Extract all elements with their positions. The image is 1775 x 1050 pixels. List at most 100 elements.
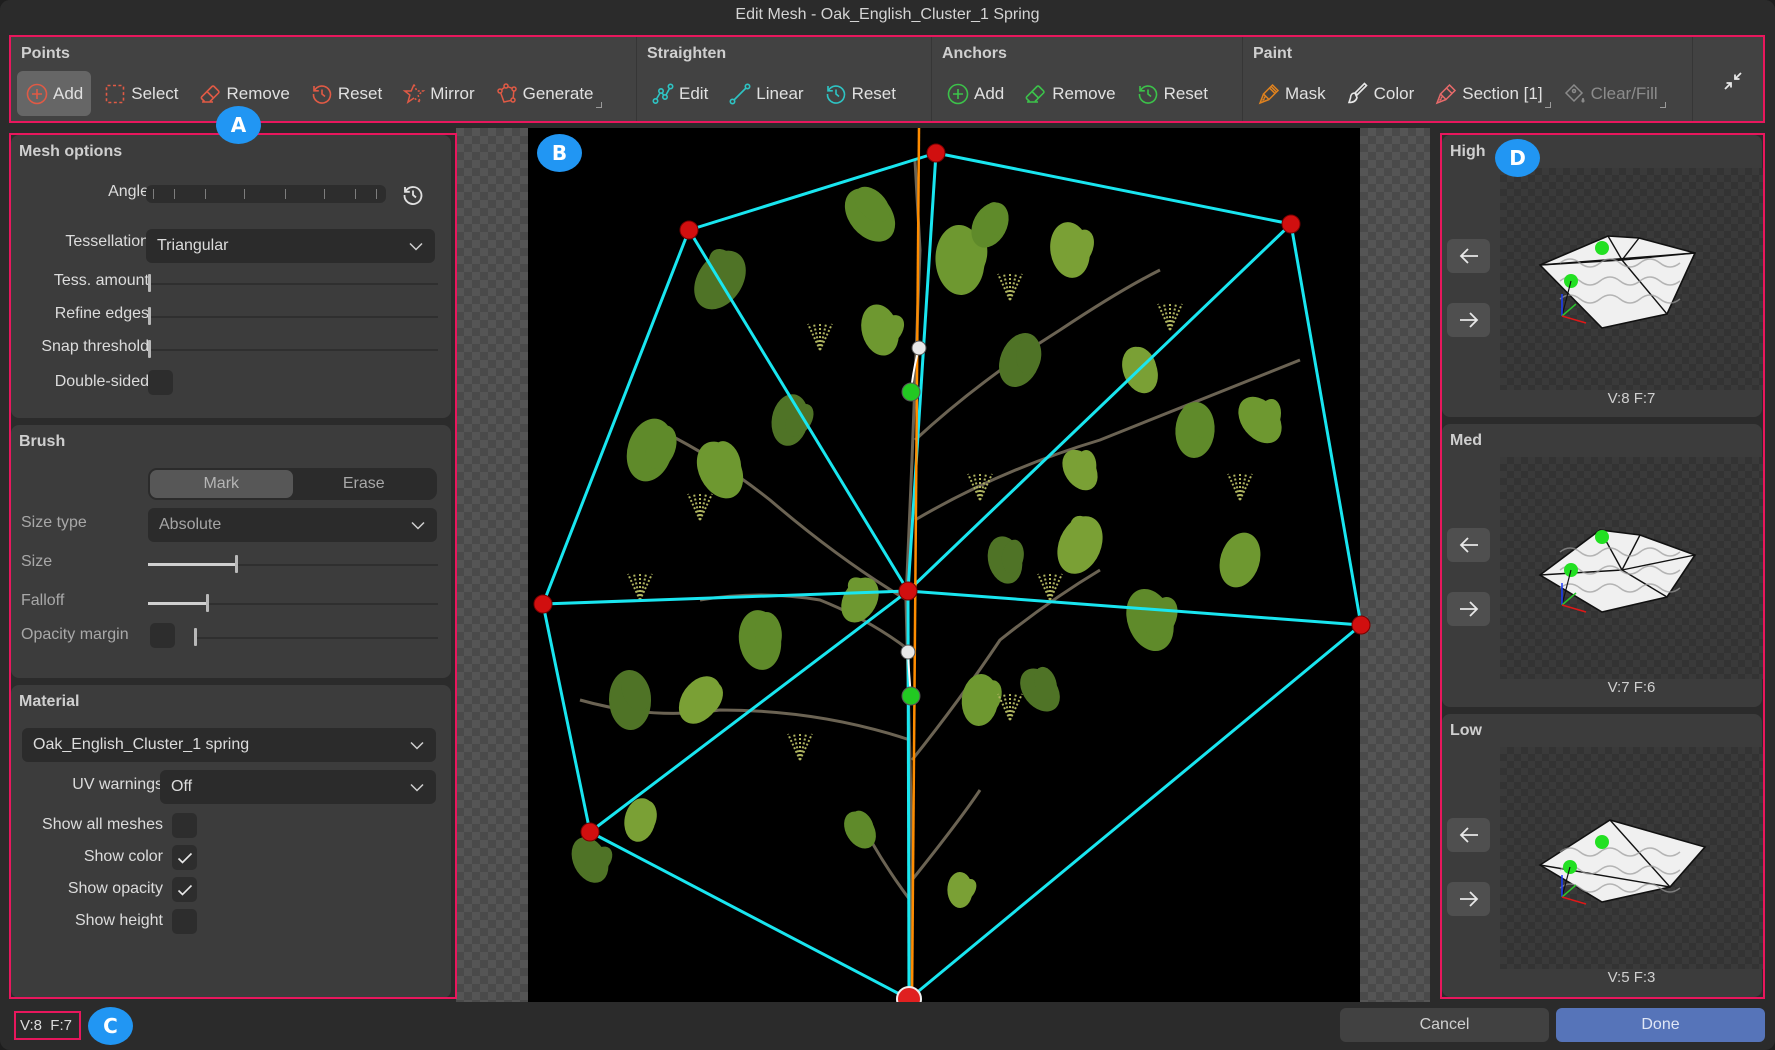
paint-clear-fill-button[interactable]: Clear/Fill (1555, 71, 1666, 116)
oak-leaf (961, 674, 1002, 726)
checkbox-label: Show height (74, 912, 163, 929)
refine-edges-slider[interactable] (148, 307, 438, 325)
size-slider[interactable] (148, 555, 438, 573)
lod-anchor-point (1595, 835, 1609, 849)
oak-leaf (1219, 532, 1261, 588)
collapse-button[interactable] (1717, 65, 1749, 97)
anchor-point[interactable] (901, 686, 921, 706)
mesh-vertex[interactable] (679, 220, 699, 240)
tess-amount-slider[interactable] (148, 274, 438, 292)
slider-thumb[interactable] (235, 555, 238, 573)
falloff-slider[interactable] (148, 594, 438, 612)
oak-leaf (608, 670, 652, 730)
mesh-vertex[interactable] (1351, 615, 1371, 635)
lod-preview[interactable] (1500, 747, 1763, 969)
done-button[interactable]: Done (1556, 1008, 1765, 1042)
mesh-editor-canvas[interactable] (456, 128, 1430, 1002)
chevron-down-icon (409, 229, 425, 263)
mesh-vertex-root[interactable] (896, 986, 922, 1002)
lod-previous-button[interactable] (1447, 239, 1490, 273)
dashed-select-icon (105, 84, 125, 103)
anchors-reset-button[interactable]: Reset (1128, 71, 1216, 116)
collapse-arrows-icon (1724, 72, 1742, 90)
annotation-badge-d: D (1495, 139, 1540, 177)
mesh-vertex[interactable] (580, 822, 600, 842)
points-reset-button[interactable]: Reset (302, 71, 390, 116)
angle-reset-button[interactable] (401, 183, 425, 207)
mesh-overlay[interactable] (456, 128, 1430, 1002)
oak-leaf (844, 186, 896, 242)
opacity-margin-slider[interactable] (194, 628, 438, 646)
lod-next-button[interactable] (1447, 882, 1490, 916)
uv-warnings-dropdown[interactable]: Off (160, 770, 436, 804)
opacity-margin-label: Opacity margin (21, 626, 129, 643)
lod-stats: V:5 F:3 (1607, 969, 1656, 986)
button-label: Mirror (430, 83, 475, 103)
anchors-add-button[interactable]: Add (938, 71, 1012, 116)
points-generate-button[interactable]: Generate (487, 71, 602, 116)
brush-mode-mark[interactable]: Mark (150, 470, 293, 498)
checkbox-show-all-meshes[interactable] (172, 813, 197, 838)
checkbox-label: Show opacity (67, 880, 163, 897)
lod-previous-button[interactable] (1447, 818, 1490, 852)
mesh-vertex[interactable] (898, 581, 918, 601)
mesh-edge (589, 830, 910, 1001)
brush-mode-erase[interactable]: Erase (293, 470, 436, 498)
snap-threshold-row: Snap threshold (11, 332, 451, 364)
curve-nodes-icon (652, 82, 674, 104)
slider-thumb[interactable] (148, 274, 151, 292)
size-type-dropdown[interactable]: Absolute (148, 508, 437, 542)
mesh-vertex[interactable] (1281, 214, 1301, 234)
paint-color-button[interactable]: Color (1338, 71, 1423, 116)
lod-previous-button[interactable] (1447, 528, 1490, 562)
axis-x (1561, 604, 1587, 613)
lod-next-button[interactable] (1447, 592, 1490, 626)
paint-mask-button[interactable]: Mask (1249, 71, 1334, 116)
material-dropdown[interactable]: Oak_English_Cluster_1 spring (22, 728, 436, 762)
points-add-button[interactable]: Add (17, 71, 92, 116)
double-sided-checkbox[interactable] (148, 370, 173, 395)
slider-thumb[interactable] (194, 628, 197, 646)
button-label: Color (1373, 83, 1415, 103)
group-title: Paint (1253, 45, 1293, 62)
anchors-remove-button[interactable]: Remove (1016, 71, 1123, 116)
anchor-point[interactable] (901, 382, 921, 402)
slider-fill (148, 563, 235, 566)
button-label: Linear (756, 83, 804, 103)
points-mirror-button[interactable]: Mirror (394, 71, 482, 116)
lod-preview[interactable] (1500, 168, 1763, 390)
dropdown-value: Off (171, 778, 193, 795)
paint-section-button[interactable]: Section [1] (1426, 71, 1551, 116)
anchor-handle[interactable] (911, 340, 927, 356)
mesh-options-section: Mesh options Angle Tessellation Triangul… (11, 135, 451, 418)
checkbox-show-opacity[interactable] (172, 877, 197, 902)
checkbox-label: Show all meshes (42, 816, 163, 833)
lod-mesh-render (1538, 819, 1707, 905)
mesh-stats-status: V:8 F:7 (14, 1011, 81, 1040)
lod-next-button[interactable] (1447, 303, 1490, 337)
slider-thumb[interactable] (148, 307, 151, 325)
history-icon (403, 186, 423, 205)
mesh-edge (687, 229, 910, 592)
arrow-left-icon (1459, 248, 1478, 264)
straighten-reset-button[interactable]: Reset (816, 71, 904, 116)
slider-thumb[interactable] (206, 594, 209, 612)
tessellation-dropdown[interactable]: Triangular (146, 229, 435, 263)
opacity-margin-checkbox[interactable] (150, 623, 175, 648)
lod-preview[interactable] (1500, 457, 1763, 679)
checkbox-show-height[interactable] (172, 909, 197, 934)
points-select-button[interactable]: Select (95, 71, 186, 116)
catkin-cluster (627, 573, 653, 601)
straighten-edit-button[interactable]: Edit (643, 71, 716, 116)
mesh-vertex[interactable] (533, 594, 553, 614)
cancel-button[interactable]: Cancel (1340, 1008, 1549, 1042)
angle-dial-slider[interactable] (146, 185, 386, 203)
toolbar-group-points: Points Add Select Remove Reset Mirror Ge… (11, 37, 637, 121)
mesh-vertex[interactable] (926, 143, 946, 163)
slider-thumb[interactable] (148, 340, 151, 358)
pen-brush-icon (1347, 81, 1368, 103)
straighten-linear-button[interactable]: Linear (720, 71, 811, 116)
snap-threshold-slider[interactable] (148, 340, 438, 358)
checkbox-show-color[interactable] (172, 845, 197, 870)
anchor-handle[interactable] (900, 644, 916, 660)
